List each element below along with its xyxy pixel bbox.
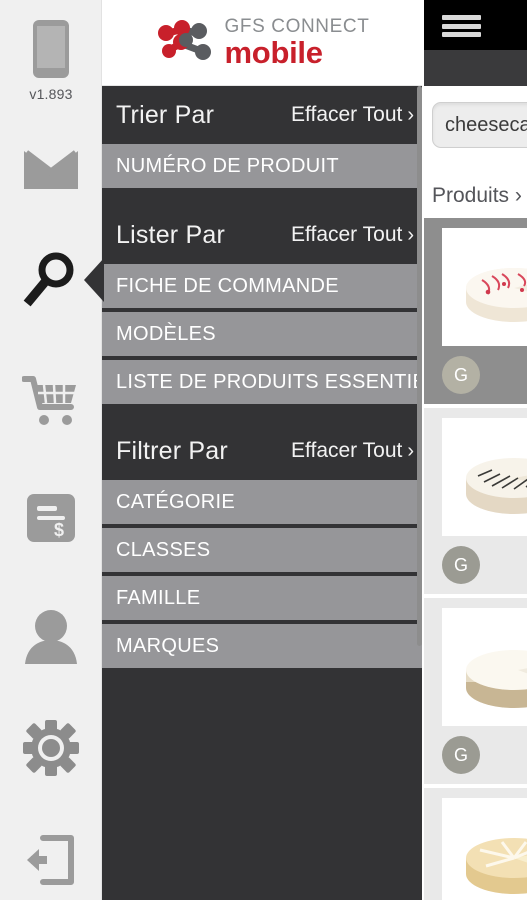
sub-top-bar [424,50,527,86]
option-label: MARQUES [116,634,220,657]
search-input[interactable] [432,102,527,148]
svg-text:$: $ [54,520,64,540]
section-title: Lister Par [116,220,225,249]
caramel-swirl-cheesecake-icon [466,838,527,894]
product-badge: G [442,356,480,394]
sidebar-item-account[interactable] [0,608,102,664]
chevron-right-icon: › [407,104,414,126]
cookies-cream-cheesecake-icon [466,458,527,514]
invoice-dollar-icon: $ [27,494,75,542]
product-list[interactable]: G G G [424,218,527,900]
option-label: FAMILLE [116,586,201,609]
option-label: CLASSES [116,538,211,561]
sidebar-item-invoice[interactable]: $ [0,492,102,544]
option-modeles[interactable]: MODÈLES [102,312,422,356]
option-classes[interactable]: CLASSES [102,528,422,572]
chevron-right-icon: › [407,440,414,462]
option-label: CATÉGORIE [116,490,236,513]
option-marques[interactable]: MARQUES [102,624,422,668]
section-title: Trier Par [116,100,215,129]
search-icon [23,252,74,307]
product-card[interactable]: G [424,788,527,900]
logo-line-1: GFS CONNECT [224,15,370,37]
breadcrumb[interactable]: Produits › T [424,178,527,214]
device-icon [33,20,69,78]
option-label: NUMÉRO DE PRODUIT [116,154,339,177]
plain-cheesecake-icon [466,650,527,708]
user-account-icon [25,610,77,664]
drawer-pointer-arrow [84,258,104,302]
mail-icon [23,150,79,189]
product-card[interactable]: G [424,408,527,594]
clear-all-label: Effacer Tout [291,439,403,462]
product-card[interactable]: G [424,598,527,784]
logout-icon [27,835,74,885]
molecule-nodes-icon [157,19,211,60]
sidebar-item-settings[interactable] [0,720,102,776]
settings-gear-icon [23,720,79,776]
icon-sidebar: v1.893 $ [0,0,102,900]
sidebar-item-mail[interactable] [0,148,102,192]
section-divider [102,408,422,422]
clear-all-button-trier-par[interactable]: Effacer Tout › [291,103,418,127]
app-root: Produits › T [0,0,527,900]
filter-drawer: Trier Par Effacer Tout › NUMÉRO DE PRODUI… [102,86,422,900]
section-header-filtrer-par: Filtrer Par Effacer Tout › [102,422,422,480]
product-card[interactable]: G [424,218,527,404]
section-header-trier-par: Trier Par Effacer Tout › [102,86,422,144]
product-image [442,798,527,900]
clear-all-label: Effacer Tout [291,103,403,126]
strawberry-cheesecake-icon [466,268,527,322]
search-bar [424,86,527,164]
clear-all-label: Effacer Tout [291,223,403,246]
sidebar-item-device[interactable]: v1.893 [0,18,102,102]
sidebar-item-logout[interactable] [0,834,102,886]
option-liste-de-produits-essentiels[interactable]: LISTE DE PRODUITS ESSENTIELS [102,360,422,404]
product-image [442,608,527,726]
section-divider [102,192,422,206]
option-label: LISTE DE PRODUITS ESSENTIELS [116,370,422,393]
logo-line-2: mobile [224,34,323,70]
section-title: Filtrer Par [116,436,228,465]
product-badge: G [442,736,480,774]
clear-all-button-filtrer-par[interactable]: Effacer Tout › [291,439,418,463]
option-numero-de-produit[interactable]: NUMÉRO DE PRODUIT [102,144,422,188]
product-image [442,418,527,536]
option-categorie[interactable]: CATÉGORIE [102,480,422,524]
section-header-lister-par: Lister Par Effacer Tout › [102,206,422,264]
product-badge: G [442,546,480,584]
sidebar-item-cart[interactable] [0,375,102,427]
option-fiche-de-commande[interactable]: FICHE DE COMMANDE [102,264,422,308]
option-label: MODÈLES [116,322,216,345]
drawer-scrollbar[interactable] [417,86,422,900]
option-label: FICHE DE COMMANDE [116,274,339,297]
top-bar [424,0,527,50]
chevron-right-icon: › [407,224,414,246]
option-famille[interactable]: FAMILLE [102,576,422,620]
product-image [442,228,527,346]
hamburger-menu-icon[interactable] [442,15,481,37]
version-label: v1.893 [29,86,73,102]
app-logo-header: GFS CONNECT mobile [102,0,422,86]
clear-all-button-lister-par[interactable]: Effacer Tout › [291,223,418,247]
shopping-cart-icon [22,376,76,425]
